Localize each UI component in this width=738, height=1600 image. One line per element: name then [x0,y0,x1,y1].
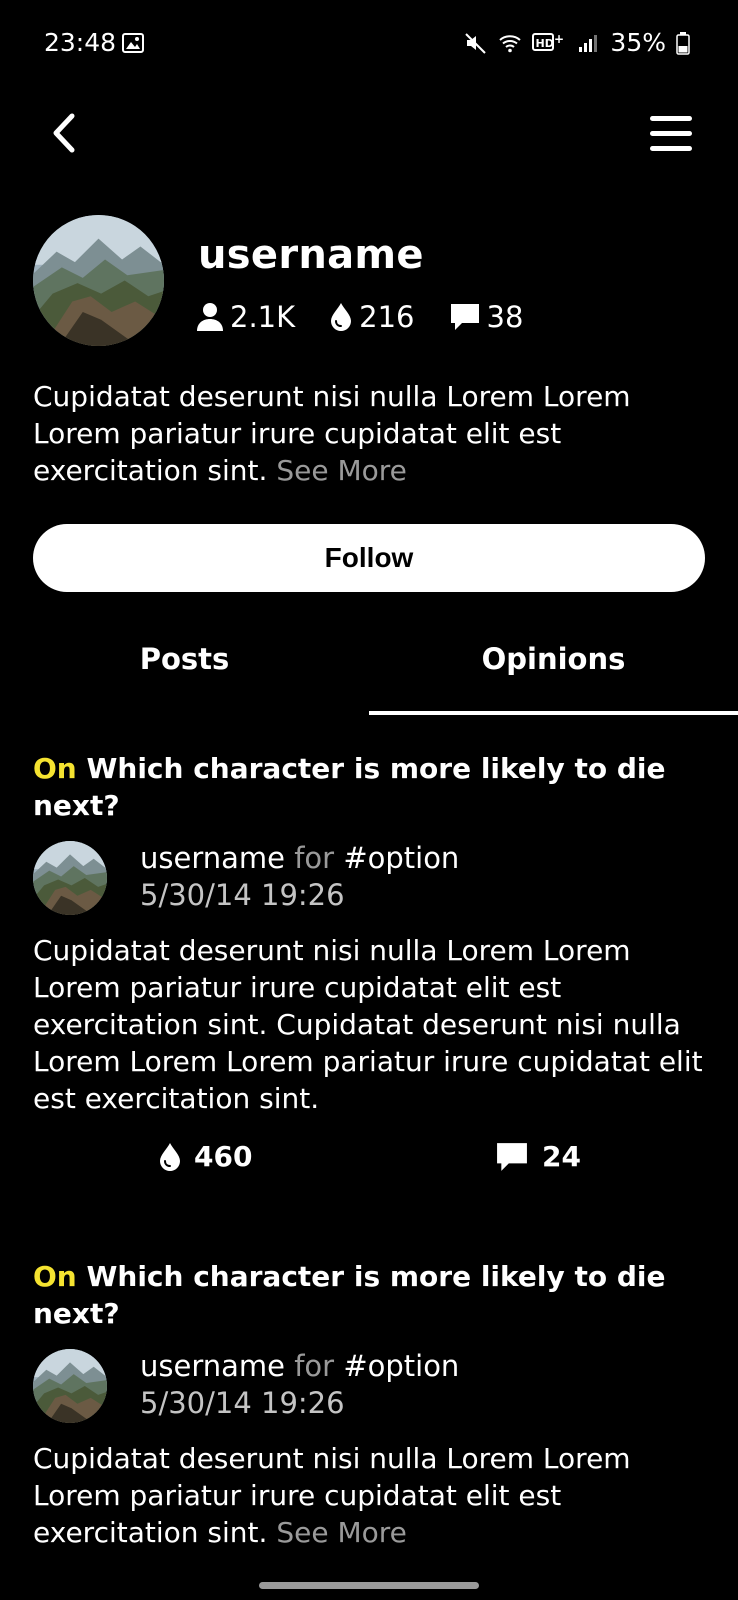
opinion-title[interactable]: On Which character is more likely to die… [33,750,713,824]
see-more-link[interactable]: See More [276,1516,407,1549]
comment-icon [450,304,479,330]
wifi-icon [499,34,522,52]
drop-icon [331,303,352,331]
opinion-meta: username for #option 5/30/14 19:26 [140,840,459,914]
opinion-date: 5/30/14 19:26 [140,878,345,912]
profile-username: username [198,232,424,278]
status-time: 23:48 [44,28,117,57]
comments-count: 38 [486,300,524,334]
drop-icon [160,1142,180,1171]
on-label: On [33,752,77,785]
hamburger-menu-icon [650,116,692,151]
opinion-body: Cupidatat deserunt nisi nulla Lorem Lore… [33,934,703,1115]
profile-bio: Cupidatat deserunt nisi nulla Lorem Lore… [33,378,713,489]
drops-count: 216 [359,300,415,334]
person-icon [197,303,223,331]
tab-opinions[interactable]: Opinions [369,642,738,676]
profile-avatar[interactable] [33,215,164,346]
opinion-question: Which character is more likely to die ne… [33,752,666,822]
followers-count: 2.1K [230,300,296,334]
drops-stat: 216 [329,300,415,334]
status-icons: HD + 35% [464,28,690,57]
opinion-title[interactable]: On Which character is more likely to die… [33,1258,713,1332]
battery-icon [676,31,690,55]
profile-stats: 2.1K 216 38 [196,300,557,334]
opinion-date: 5/30/14 19:26 [140,1386,345,1420]
opinion-username[interactable]: username [140,841,285,875]
opinion-meta: username for #option 5/30/14 19:26 [140,1348,459,1422]
see-more-link[interactable]: See More [276,454,407,487]
opinion-comments-button[interactable]: 24 [494,1140,581,1173]
opinion-avatar[interactable] [33,841,107,915]
svg-text:+: + [554,32,564,46]
chevron-left-icon [53,113,75,153]
back-button[interactable] [44,108,88,158]
opinion-avatar[interactable] [33,1349,107,1423]
followers-stat: 2.1K [196,300,295,334]
comment-icon [497,1142,527,1171]
opinion-body: Cupidatat deserunt nisi nulla Lorem Lore… [33,1440,713,1551]
menu-button[interactable] [648,112,694,156]
gallery-icon [122,33,144,53]
hd-plus-icon: HD + [532,32,564,51]
opinion-option[interactable]: #option [343,1349,459,1383]
opinion-question: Which character is more likely to die ne… [33,1260,666,1330]
battery-percentage: 35% [610,28,666,57]
opinion-drops-button[interactable]: 460 [158,1140,252,1173]
signal-icon [579,34,598,52]
on-label: On [33,1260,77,1293]
opinion-username[interactable]: username [140,1349,285,1383]
for-label: for [294,841,335,875]
tab-posts[interactable]: Posts [0,642,369,676]
active-tab-indicator [369,711,738,715]
for-label: for [294,1349,335,1383]
follow-button[interactable]: Follow [33,524,705,592]
opinion-comments-count: 24 [542,1140,581,1173]
opinion-option[interactable]: #option [343,841,459,875]
svg-text:HD: HD [536,37,554,50]
status-bar: 23:48 HD + 35% [0,0,738,90]
opinion-drops-count: 460 [194,1140,253,1173]
home-indicator[interactable] [259,1582,479,1589]
comments-stat: 38 [449,300,524,334]
mute-icon [465,32,487,54]
